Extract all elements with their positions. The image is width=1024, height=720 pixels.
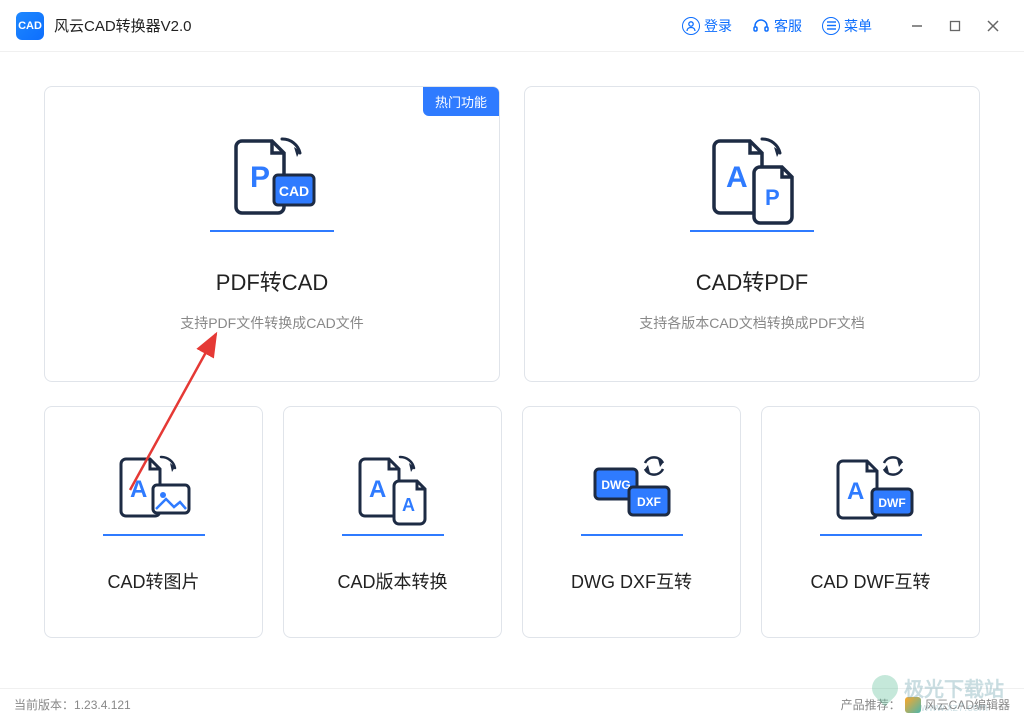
card-desc: 支持各版本CAD文档转换成PDF文档 [639, 313, 865, 333]
card-cad-to-image[interactable]: A CAD转图片 [44, 406, 263, 638]
svg-text:DWG: DWG [601, 478, 630, 492]
maximize-icon [949, 20, 961, 32]
minimize-icon [911, 20, 923, 32]
card-pdf-to-cad[interactable]: 热门功能 P CAD PDF转CAD [44, 86, 500, 382]
menu-label: 菜单 [844, 16, 872, 36]
cad-dwf-icon: A DWF [816, 450, 926, 550]
card-cad-version-convert[interactable]: A A CAD版本转换 [283, 406, 502, 638]
card-desc: 支持PDF文件转换成CAD文件 [180, 313, 364, 333]
card-title: CAD转PDF [696, 265, 808, 297]
card-dwg-dxf-convert[interactable]: DWG DXF DWG DXF互转 [522, 406, 741, 638]
card-title: CAD DWF互转 [811, 568, 931, 594]
titlebar: CAD 风云CAD转换器V2.0 登录 客服 菜单 [0, 0, 1024, 52]
recommend-label: 产品推荐： [841, 696, 901, 713]
support-label: 客服 [774, 16, 802, 36]
app-title: 风云CAD转换器V2.0 [54, 15, 192, 36]
svg-text:DXF: DXF [637, 495, 661, 509]
svg-text:A: A [847, 478, 864, 505]
svg-text:A: A [726, 161, 748, 194]
card-title: PDF转CAD [216, 265, 328, 297]
login-label: 登录 [704, 16, 732, 36]
card-cad-to-pdf[interactable]: A P CAD转PDF 支持各版本CAD文档转换成PDF文档 [524, 86, 980, 382]
hot-badge: 热门功能 [423, 87, 499, 116]
svg-text:A: A [130, 476, 147, 503]
close-icon [987, 20, 999, 32]
headset-icon [752, 17, 770, 35]
app-logo-icon: CAD [16, 12, 44, 40]
footer: 当前版本： 1.23.4.121 产品推荐： 风云CAD编辑器 [0, 688, 1024, 720]
version-label: 当前版本： [14, 696, 74, 713]
card-title: CAD转图片 [107, 568, 199, 594]
recommend-app-icon [905, 697, 921, 713]
svg-text:P: P [250, 161, 270, 194]
svg-text:A: A [402, 495, 415, 515]
maximize-button[interactable] [940, 11, 970, 41]
version-value: 1.23.4.121 [74, 698, 131, 712]
support-button[interactable]: 客服 [752, 16, 802, 36]
pdf-to-cad-icon: P CAD [202, 135, 342, 245]
menu-icon [822, 17, 840, 35]
main-area: 热门功能 P CAD PDF转CAD [0, 52, 1024, 658]
close-button[interactable] [978, 11, 1008, 41]
cad-version-icon: A A [338, 450, 448, 550]
watermark-sub: www.xz7.com [921, 702, 988, 714]
cad-to-image-icon: A [99, 450, 209, 550]
login-button[interactable]: 登录 [682, 16, 732, 36]
cad-to-pdf-icon: A P [682, 135, 822, 245]
svg-text:A: A [369, 476, 386, 503]
menu-button[interactable]: 菜单 [822, 16, 872, 36]
svg-text:P: P [765, 185, 780, 210]
card-cad-dwf-convert[interactable]: A DWF CAD DWF互转 [761, 406, 980, 638]
dwg-dxf-icon: DWG DXF [577, 450, 687, 550]
card-title: CAD版本转换 [337, 568, 447, 594]
user-icon [682, 17, 700, 35]
svg-text:CAD: CAD [279, 183, 309, 199]
card-title: DWG DXF互转 [571, 568, 692, 594]
minimize-button[interactable] [902, 11, 932, 41]
svg-text:DWF: DWF [878, 496, 905, 510]
